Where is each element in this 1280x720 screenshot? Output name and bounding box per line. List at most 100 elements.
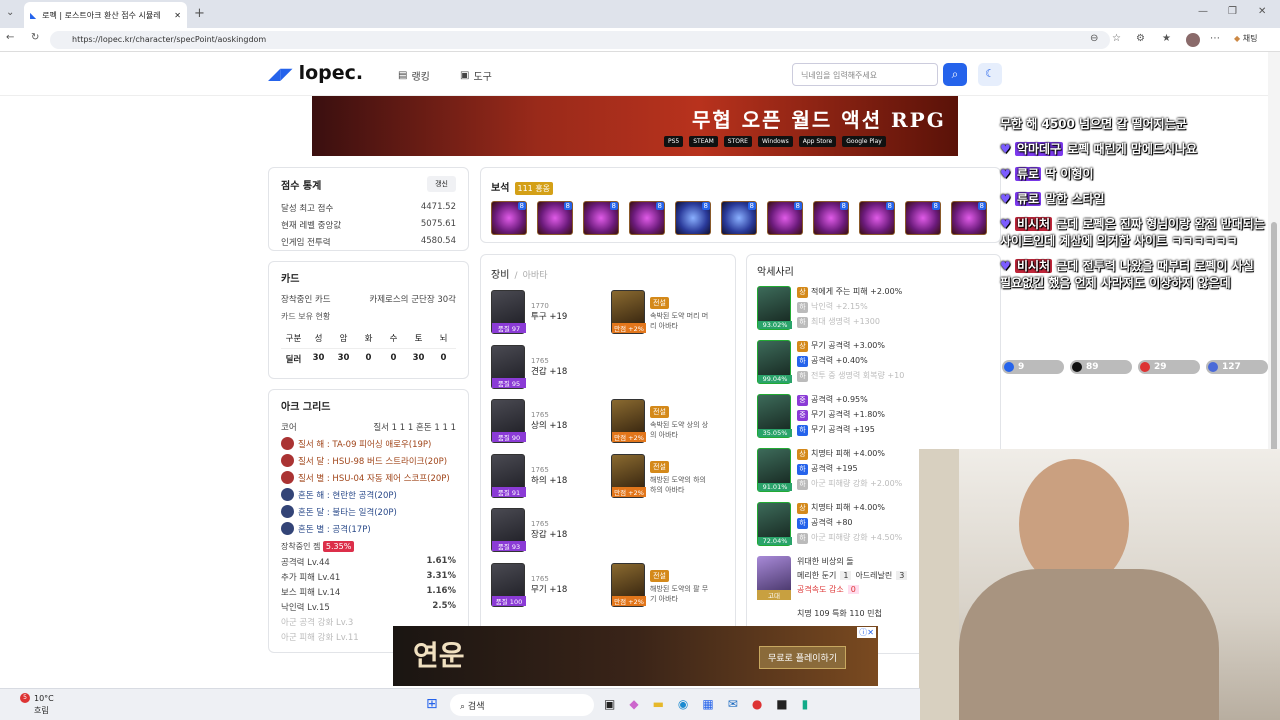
maximize-icon[interactable]: ❐: [1228, 6, 1237, 17]
favorites-icon[interactable]: ★: [1162, 33, 1171, 44]
reload-icon[interactable]: ↻: [31, 32, 39, 43]
gem-item[interactable]: 8: [767, 201, 803, 235]
score-row: 인게임 전투력 4580.54: [281, 236, 456, 248]
profile-avatar[interactable]: [1186, 33, 1200, 47]
gem-item[interactable]: 8: [813, 201, 849, 235]
favorite-star-icon[interactable]: ☆: [1112, 33, 1121, 44]
ark-stat-row: 낙인력 Lv.15 2.5%: [281, 601, 456, 613]
gem-list: 8 8 8 8 8 8 8 8 8 8 8: [491, 201, 990, 235]
minimize-icon[interactable]: —: [1198, 6, 1208, 17]
equipment-text: 1770 투구 +19: [531, 302, 567, 322]
weather-temp[interactable]: 10°C: [34, 694, 54, 703]
core-item[interactable]: 질서 달 : HSU-98 버드 스트라이크(20P): [281, 454, 456, 467]
gem-item[interactable]: 8: [583, 201, 619, 235]
copilot-button[interactable]: ◆ 채팅: [1234, 33, 1257, 44]
tab-list-icon[interactable]: ⌄: [6, 7, 14, 18]
windows-start-icon[interactable]: ⊞: [426, 696, 438, 712]
gem-item[interactable]: 8: [721, 201, 757, 235]
equipment-text: 1765 상의 +18: [531, 411, 567, 431]
accessory-item[interactable]: 99.04% 상 무기 공격력 +3.00% 하 공격력 +0.40% 하 전투 중 생명력…: [757, 340, 990, 385]
accessory-line: 중 무기 공격력 +1.80%: [797, 409, 885, 421]
character-search-input[interactable]: 닉네임을 입력해주세요: [792, 63, 938, 86]
site-logo[interactable]: ◢◤ lopec.: [268, 62, 363, 84]
avatar-item[interactable]: 만점 +2% 전설 해방된 도약의 팔 무기 아바타: [611, 562, 714, 607]
viewer-number: 89: [1086, 362, 1099, 372]
nav-ranking[interactable]: ▤ 랭킹: [398, 68, 430, 83]
card-table-cell: 0: [440, 353, 447, 363]
extensions-icon[interactable]: ⚙: [1136, 33, 1145, 44]
core-item[interactable]: 혼돈 해 : 현란한 공격(20P): [281, 488, 456, 501]
avatar-name: 해방된 도약의 하의 하의 아바타: [650, 475, 706, 494]
core-item[interactable]: 혼돈 별 : 공격(17P): [281, 522, 456, 535]
gem-item[interactable]: 8: [629, 201, 665, 235]
item-level: 1770: [531, 302, 549, 310]
scrollbar-thumb[interactable]: [1271, 222, 1277, 452]
more-menu-icon[interactable]: ⋯: [1210, 33, 1220, 44]
equipment-item[interactable]: 품질 100 1765 무기 +18: [491, 562, 567, 607]
windows-taskbar: 5 10°C 흐림 ⊞ ⌕ 검색 ▣ ◆ ▬ ◉ ▦ ✉ ● ■ ▮: [0, 688, 920, 720]
close-window-icon[interactable]: ✕: [1258, 6, 1266, 17]
edge-icon[interactable]: ◉: [678, 697, 688, 711]
gem-item[interactable]: 8: [859, 201, 895, 235]
gem-item[interactable]: 8: [675, 201, 711, 235]
folder-icon[interactable]: ▬: [653, 697, 664, 711]
equipment-item[interactable]: 품질 95 1765 견갑 +18: [491, 344, 567, 389]
accessory-stat: 최대 생명력 +1300: [811, 317, 880, 326]
game-ad-banner[interactable]: 무협 오픈 월드 액션 RPG PS5 STEAM STORE Windows …: [312, 96, 958, 156]
equipment-icon: 품질 97: [491, 290, 526, 334]
core-item[interactable]: 질서 별 : HSU-04 자동 제어 스코프(20P): [281, 471, 456, 484]
nav-tools[interactable]: ▣ 도구: [460, 68, 492, 83]
url-field[interactable]: https://lopec.kr/character/specPoint/aos…: [50, 31, 1110, 49]
equipment-item[interactable]: 품질 91 1765 하의 +18: [491, 453, 567, 498]
back-icon[interactable]: ←: [6, 32, 14, 43]
copilot-app-icon[interactable]: ◆: [629, 697, 638, 711]
accessory-item[interactable]: 93.02% 상 적에게 주는 피해 +2.00% 하 낙인력 +2.15% 하 최대 생명…: [757, 286, 990, 331]
avatar-item[interactable]: 만점 +2% 전설 속박된 도약 머리 머리 아바타: [611, 290, 714, 334]
avatar-item[interactable]: 만점 +2% 전설 해방된 도약의 하의 하의 아바타: [611, 453, 714, 498]
ad-cta-button[interactable]: 무료로 플레이하기: [759, 646, 847, 669]
avatar-item[interactable]: 만점 +2% 전설 속박된 도약 상의 상의 아바타: [611, 399, 714, 443]
gem-item[interactable]: 8: [537, 201, 573, 235]
card-title: 카드: [281, 274, 300, 285]
accessory-stat: 공격력 +80: [811, 518, 853, 527]
chat-username: 비시처: [1014, 259, 1053, 273]
stone-name: 위대한 비상의 돌: [797, 557, 854, 566]
accessory-stat: 아군 피해량 강화 +4.50%: [811, 533, 903, 542]
banner-platforms: PS5 STEAM STORE Windows App Store Google…: [664, 136, 886, 147]
equipment-item[interactable]: 품질 93 1765 장갑 +18: [491, 508, 567, 552]
viewer-counts: 9 89 29 127: [1002, 360, 1268, 374]
bottom-ad-banner[interactable]: 연운 무료로 플레이하기 ⓘ✕: [393, 626, 878, 686]
stone-engrave: 메리한 둔기: [797, 571, 837, 580]
page-scrollbar[interactable]: [1268, 52, 1280, 452]
app-green-icon[interactable]: ▮: [802, 697, 809, 711]
chat-badge-icon: ♥: [1000, 217, 1015, 231]
outlook-icon[interactable]: ✉: [728, 697, 738, 711]
new-tab-icon[interactable]: +: [194, 6, 205, 21]
browser-tab[interactable]: ◣ 로펙 | 로스트아크 환산 점수 시뮬레 ✕: [24, 2, 187, 28]
score-value: 5075.61: [420, 219, 456, 229]
app-dark-icon[interactable]: ■: [776, 697, 787, 711]
gem-item[interactable]: 8: [905, 201, 941, 235]
stone-engrave-level: 3: [896, 571, 908, 580]
gem-item[interactable]: 8: [951, 201, 987, 235]
equipment-item[interactable]: 품질 97 1770 투구 +19: [491, 290, 567, 334]
accessory-icon-wrap: 93.02%: [757, 286, 792, 331]
search-button[interactable]: ⌕: [943, 63, 967, 86]
accessory-item[interactable]: 35.05% 중 공격력 +0.95% 중 무기 공격력 +1.80% 하 무기 공격력 +…: [757, 394, 990, 439]
viewer-count: 89: [1070, 360, 1132, 374]
store-icon[interactable]: ▦: [702, 697, 713, 711]
equipment-item[interactable]: 품질 90 1765 상의 +18: [491, 399, 567, 443]
close-tab-icon[interactable]: ✕: [174, 11, 181, 20]
core-item[interactable]: 질서 해 : TA-09 피어싱 애로우(19P): [281, 437, 456, 450]
taskbar-search[interactable]: ⌕ 검색: [450, 694, 594, 716]
reader-icon[interactable]: ⊖: [1090, 33, 1098, 44]
chat-message: ♥ 악마데구 로펙 때린게 맘에드시나요: [1000, 141, 1268, 158]
app-s-icon[interactable]: ●: [752, 697, 762, 711]
task-view-icon[interactable]: ▣: [604, 697, 615, 711]
refresh-button[interactable]: 갱신: [427, 176, 456, 192]
theme-toggle-button[interactable]: ☾: [978, 63, 1002, 86]
core-item[interactable]: 혼돈 달 : 불타는 일격(20P): [281, 505, 456, 518]
avatar-tab[interactable]: 아바타: [523, 271, 548, 281]
ad-close-icon[interactable]: ⓘ✕: [857, 627, 876, 638]
gem-item[interactable]: 8: [491, 201, 527, 235]
